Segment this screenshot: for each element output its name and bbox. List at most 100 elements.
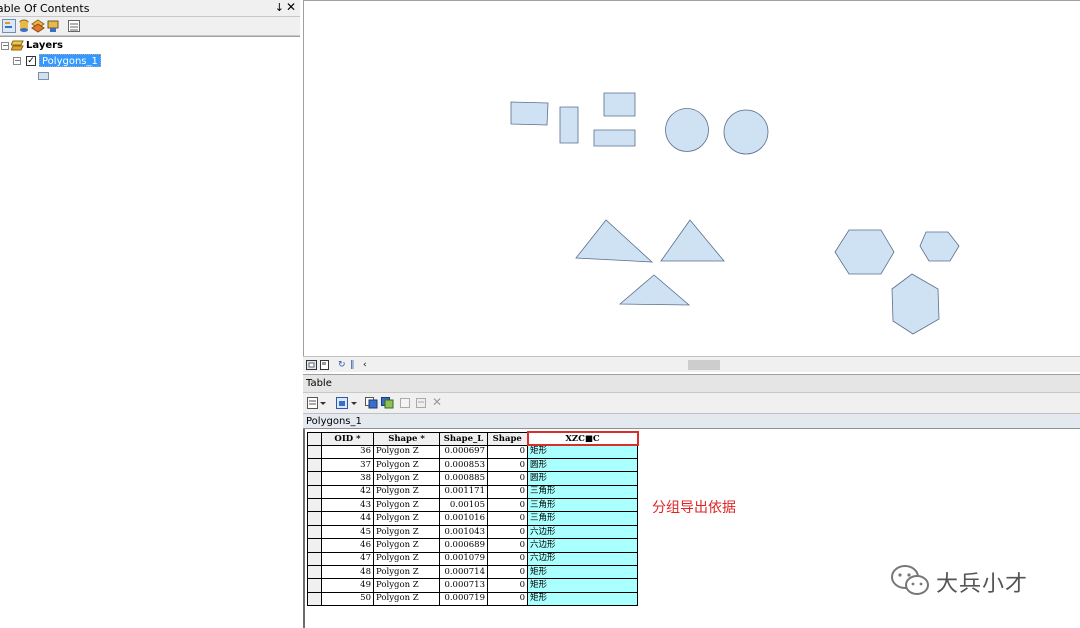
cell-xzcmc[interactable]: 三角形 [527,511,638,526]
cell-shape-area[interactable]: 0 [487,511,528,526]
cell-oid[interactable]: 42 [321,484,374,500]
layer-name[interactable]: Polygons_1 [39,54,101,67]
list-by-drawing-order-icon[interactable] [2,19,16,33]
cell-shape-length[interactable]: 0.00105 [439,498,488,513]
column-header-xzcmc[interactable]: XZC■C [526,431,639,446]
hexagon-shape[interactable] [919,231,960,262]
cell-oid[interactable]: 44 [321,511,374,526]
cell-shape[interactable]: Polygon Z [373,524,440,540]
delete-selected-icon[interactable]: ✕ [432,395,442,409]
column-header-shape-length[interactable]: Shape_L [439,431,488,446]
cell-shape[interactable]: Polygon Z [373,578,440,593]
cell-xzcmc[interactable]: 矩形 [527,591,638,607]
row-selector[interactable] [307,591,322,607]
cell-shape-area[interactable]: 0 [487,551,528,567]
hexagon-shape[interactable] [834,229,895,275]
cell-shape-area[interactable]: 0 [487,498,528,513]
layer-visibility-checkbox[interactable]: ✓ [26,56,36,66]
row-selector[interactable] [307,565,322,580]
row-selector[interactable] [307,551,322,567]
row-selector[interactable] [307,484,322,500]
pause-icon[interactable]: ‖ [350,359,355,371]
cell-oid[interactable]: 46 [321,538,374,553]
cell-oid[interactable]: 37 [321,457,374,473]
cell-shape-area[interactable]: 0 [487,538,528,553]
cell-shape[interactable]: Polygon Z [373,471,440,486]
table-row[interactable]: 46 Polygon Z 0.000689 0 六边形 [307,538,638,553]
cell-oid[interactable]: 43 [321,498,374,513]
row-selector[interactable] [307,444,322,459]
tree-node-polygons[interactable]: − ✓ Polygons_1 [12,54,132,68]
cell-xzcmc[interactable]: 矩形 [527,578,638,593]
table-row[interactable]: 44 Polygon Z 0.001016 0 三角形 [307,511,638,526]
tree-node-layers[interactable]: − Layers [0,39,120,53]
scroll-left-icon[interactable]: ‹ [363,359,367,371]
cell-shape-area[interactable]: 0 [487,591,528,607]
cell-xzcmc[interactable]: 圆形 [527,457,638,473]
row-selector[interactable] [307,524,322,540]
collapse-icon[interactable]: − [13,57,21,65]
cell-oid[interactable]: 38 [321,471,374,486]
cell-shape[interactable]: Polygon Z [373,551,440,567]
table-row[interactable]: 47 Polygon Z 0.001079 0 六边形 [307,551,638,567]
row-selector[interactable] [307,578,322,593]
cell-xzcmc[interactable]: 矩形 [527,565,638,580]
cell-shape[interactable]: Polygon Z [373,591,440,607]
cell-shape[interactable]: Polygon Z [373,565,440,580]
circle-shape[interactable] [665,108,709,152]
table-tab[interactable]: Polygons_1 [303,413,1080,429]
cell-shape-area[interactable]: 0 [487,524,528,540]
cell-shape[interactable]: Polygon Z [373,484,440,500]
cell-shape-length[interactable]: 0.001079 [439,551,488,567]
cell-shape[interactable]: Polygon Z [373,498,440,513]
cell-xzcmc[interactable]: 六边形 [527,524,638,540]
cell-shape-area[interactable]: 0 [487,471,528,486]
table-row[interactable]: 43 Polygon Z 0.00105 0 三角形 [307,498,638,513]
cell-xzcmc[interactable]: 三角形 [527,498,638,513]
cell-xzcmc[interactable]: 圆形 [527,471,638,486]
cell-oid[interactable]: 49 [321,578,374,593]
cell-xzcmc[interactable]: 三角形 [527,484,638,500]
rectangle-shape[interactable] [559,106,579,144]
close-icon[interactable]: ✕ [286,0,296,14]
column-header-shape-area[interactable]: Shape [487,431,528,446]
row-selector[interactable] [307,538,322,553]
zoom-to-selected-icon[interactable] [415,397,427,409]
cell-shape-length[interactable]: 0.000853 [439,457,488,473]
circle-shape[interactable] [723,109,769,155]
cell-shape-area[interactable]: 0 [487,444,528,459]
table-row[interactable]: 37 Polygon Z 0.000853 0 圆形 [307,457,638,473]
cell-shape[interactable]: Polygon Z [373,511,440,526]
rectangle-shape[interactable] [593,129,636,147]
cell-xzcmc[interactable]: 六边形 [527,538,638,553]
cell-shape[interactable]: Polygon Z [373,457,440,473]
table-options-icon[interactable] [307,397,327,409]
table-row[interactable]: 42 Polygon Z 0.001171 0 三角形 [307,484,638,500]
list-by-source-icon[interactable] [17,19,31,33]
table-row[interactable]: 36 Polygon Z 0.000697 0 矩形 [307,444,638,459]
cell-shape-area[interactable]: 0 [487,578,528,593]
cell-shape-length[interactable]: 0.001171 [439,484,488,500]
table-row[interactable]: 45 Polygon Z 0.001043 0 六边形 [307,524,638,540]
cell-shape-length[interactable]: 0.000689 [439,538,488,553]
list-by-visibility-icon[interactable] [31,19,45,33]
row-selector[interactable] [307,498,322,513]
column-header-oid[interactable]: OID * [321,431,374,446]
cell-oid[interactable]: 36 [321,444,374,459]
column-header-shape[interactable]: Shape * [373,431,440,446]
cell-shape-length[interactable]: 0.001043 [439,524,488,540]
cell-oid[interactable]: 50 [321,591,374,607]
cell-xzcmc[interactable]: 矩形 [527,444,638,459]
clear-selection-icon[interactable] [399,397,411,409]
layout-view-icon[interactable] [320,360,329,370]
cell-shape-area[interactable]: 0 [487,565,528,580]
cell-oid[interactable]: 45 [321,524,374,540]
cell-shape-length[interactable]: 0.001016 [439,511,488,526]
horizontal-scrollbar-thumb[interactable] [688,360,720,370]
cell-shape-length[interactable]: 0.000713 [439,578,488,593]
pin-icon[interactable]: ↓ [275,1,284,14]
cell-shape-length[interactable]: 0.000719 [439,591,488,607]
triangle-shape[interactable] [660,219,725,262]
refresh-icon[interactable]: ↻ [338,359,346,371]
row-selector[interactable] [307,511,322,526]
